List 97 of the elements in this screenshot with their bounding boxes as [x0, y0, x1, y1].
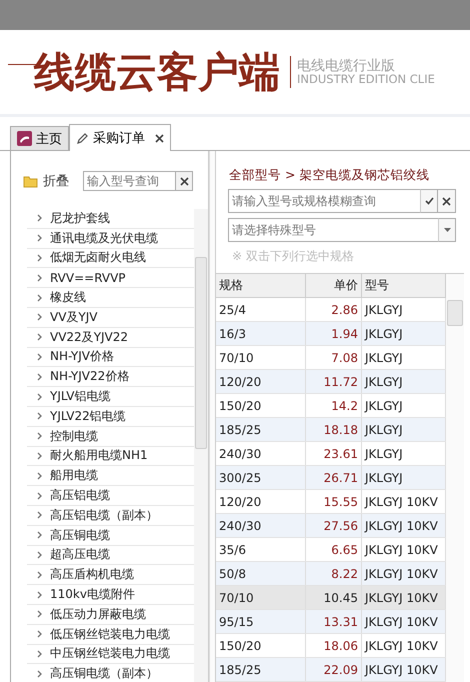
chevron-icon: [37, 670, 42, 678]
close-icon[interactable]: [175, 171, 193, 191]
table-cell: 35/6: [216, 538, 306, 561]
chevron-icon: [37, 650, 42, 658]
chevron-icon: [37, 610, 42, 618]
table-cell: 8.22: [306, 562, 362, 585]
table-row[interactable]: 95/15 13.31 JKLGYJ 10KV: [216, 610, 446, 634]
chevron-icon: [37, 412, 42, 420]
table-cell: 25/4: [216, 298, 306, 321]
chevron-icon: [37, 372, 42, 381]
column-header[interactable]: 单价: [306, 274, 362, 297]
chevron-icon: [37, 511, 42, 520]
table-row[interactable]: 300/25 26.71 JKLGYJ: [216, 466, 446, 490]
table-row[interactable]: 120/20 15.55 JKLGYJ 10KV: [216, 490, 446, 514]
column-header[interactable]: 规格: [216, 274, 306, 297]
chevron-icon: [37, 472, 42, 480]
close-icon[interactable]: [155, 134, 164, 142]
table-cell: 13.31: [306, 610, 362, 633]
table-cell: 1.94: [306, 322, 362, 345]
chevron-icon: [37, 294, 42, 302]
chevron-icon: [37, 570, 42, 579]
chevron-icon: [37, 254, 42, 262]
subtitle: 电线电缆行业版: [297, 58, 396, 74]
search-field[interactable]: 请输入型号或规格模糊查询: [228, 189, 420, 213]
chevron-icon: [37, 234, 42, 242]
table-row[interactable]: 240/30 23.61 JKLGYJ: [216, 442, 446, 466]
table-cell: 6.65: [306, 538, 362, 561]
tab[interactable]: 采购订单: [69, 124, 171, 151]
table-row[interactable]: 150/20 14.2 JKLGYJ: [216, 394, 446, 418]
subtitle-english: INDUSTRY EDITION CLIE: [297, 73, 435, 86]
table-row[interactable]: 25/4 2.86 JKLGYJ: [216, 298, 446, 322]
chevron-icon: [37, 274, 42, 282]
table-row[interactable]: 120/20 11.72 JKLGYJ: [216, 370, 446, 394]
breadcrumb: 全部型号 > 架空电缆及钢芯铝绞线: [228, 167, 430, 184]
search-field[interactable]: 输入型号查询: [83, 171, 175, 191]
table-row[interactable]: 240/30 27.56 JKLGYJ 10KV: [216, 514, 446, 538]
chevron-icon: [37, 392, 42, 401]
table-cell: 16/3: [216, 322, 306, 345]
scrollbar[interactable]: [194, 209, 208, 682]
table-cell: 18.18: [306, 418, 362, 441]
table-cell: 240/30: [216, 514, 306, 537]
dropdown-icon[interactable]: [438, 218, 456, 242]
chevron-icon: [37, 630, 42, 638]
chevron-icon: [37, 333, 42, 342]
table-cell: 120/20: [216, 370, 306, 393]
table-row[interactable]: 185/25 22.09 JKLGYJ 10KV: [216, 658, 446, 682]
table-cell: 27.56: [306, 514, 362, 537]
table-cell: 23.61: [306, 442, 362, 465]
table-row[interactable]: 70/10 10.45 JKLGYJ 10KV: [216, 586, 446, 610]
table-cell: 185/25: [216, 658, 306, 681]
table-cell: 185/25: [216, 418, 306, 441]
tab[interactable]: 主页: [10, 126, 69, 150]
check-icon[interactable]: [420, 189, 438, 213]
table-cell: 14.2: [306, 394, 362, 417]
chevron-icon: [37, 590, 42, 599]
chevron-icon: [37, 531, 42, 540]
chevron-icon: [37, 492, 42, 500]
table-row[interactable]: 150/20 18.06 JKLGYJ 10KV: [216, 634, 446, 658]
table-cell: 7.08: [306, 346, 362, 369]
folder-icon: [23, 174, 39, 188]
home-icon: [17, 131, 32, 146]
app-title: 线缆云客户端: [34, 46, 280, 98]
hint-text: ※ 双击下列行选中规格: [232, 248, 355, 265]
table-row[interactable]: 50/8 8.22 JKLGYJ 10KV: [216, 562, 446, 586]
table-row[interactable]: 185/25 18.18 JKLGYJ: [216, 418, 446, 442]
table-row[interactable]: 16/3 1.94 JKLGYJ: [216, 322, 446, 346]
chevron-icon: [37, 352, 42, 361]
table-cell: 18.06: [306, 634, 362, 657]
table-cell: 26.71: [306, 466, 362, 489]
table-cell: 11.72: [306, 370, 362, 393]
table-cell: 240/30: [216, 442, 306, 465]
table-cell: 70/10: [216, 586, 306, 609]
table-cell: 120/20: [216, 490, 306, 513]
table-cell: 150/20: [216, 634, 306, 657]
model-select[interactable]: 请选择特殊型号: [228, 218, 438, 242]
table-row[interactable]: 70/10 7.08 JKLGYJ: [216, 346, 446, 370]
table-cell: 150/20: [216, 394, 306, 417]
chevron-icon: [37, 432, 42, 440]
table-cell: 95/15: [216, 610, 306, 633]
table-cell: 2.86: [306, 298, 362, 321]
table-cell: 10.45: [306, 586, 362, 609]
accent-line: [8, 64, 38, 65]
table-cell: 15.55: [306, 490, 362, 513]
chevron-icon: [37, 214, 42, 222]
category-item[interactable]: 尼龙护套线: [27, 209, 194, 229]
table-cell: 50/8: [216, 562, 306, 585]
table-row[interactable]: 35/6 6.65 JKLGYJ 10KV: [216, 538, 446, 562]
chevron-icon: [37, 452, 42, 460]
pencil-icon: [76, 132, 89, 144]
chevron-icon: [37, 550, 42, 559]
table-cell: 300/25: [216, 466, 306, 489]
close-icon[interactable]: [438, 189, 456, 213]
collapse-button[interactable]: 折叠: [23, 172, 69, 190]
table-cell: 22.09: [306, 658, 362, 681]
chevron-icon: [37, 313, 42, 322]
scrollbar[interactable]: [446, 274, 464, 682]
table-cell: 70/10: [216, 346, 306, 369]
